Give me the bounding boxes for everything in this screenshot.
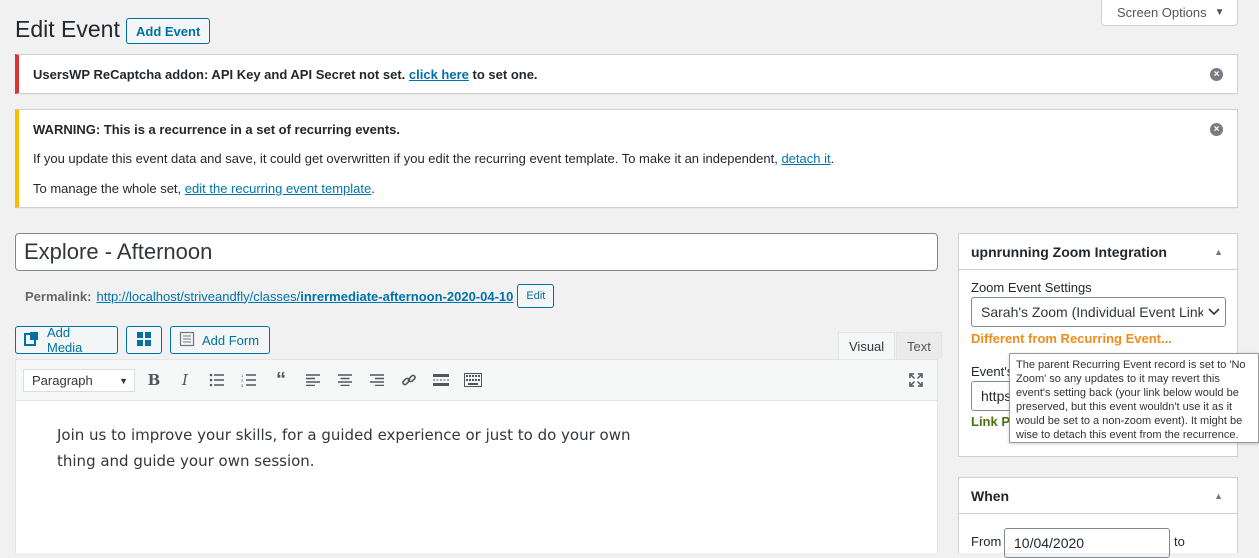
- numbered-list-icon[interactable]: 123: [239, 370, 259, 390]
- bullet-list-icon[interactable]: [207, 370, 227, 390]
- warning-line-1: If you update this event data and save, …: [33, 151, 834, 166]
- caret-down-icon: ▼: [1214, 7, 1225, 18]
- editor-toolbar: Paragraph ▼ B I 123 “: [16, 360, 937, 401]
- edit-slug-button[interactable]: Edit: [517, 284, 555, 308]
- tab-visual[interactable]: Visual: [838, 332, 896, 359]
- warning-title: WARNING: This is a recurrence in a set o…: [33, 122, 400, 137]
- recurrence-warning-notice: WARNING: This is a recurrence in a set o…: [15, 109, 1238, 208]
- media-icon: [24, 331, 40, 350]
- page-title: Edit Event: [15, 16, 120, 42]
- add-form-button[interactable]: Add Form: [170, 326, 270, 354]
- editor-content[interactable]: Join us to improve your skills, for a gu…: [57, 422, 657, 474]
- caret-down-icon: ▼: [119, 375, 128, 386]
- dismiss-icon[interactable]: ×: [1210, 68, 1223, 81]
- screen-options-label: Screen Options: [1117, 5, 1207, 20]
- permalink-link[interactable]: http://localhost/striveandfly/classes/in…: [96, 289, 513, 304]
- to-label: to: [1174, 534, 1185, 549]
- add-event-button[interactable]: Add Event: [126, 18, 211, 44]
- when-box-title: When: [971, 487, 1010, 504]
- blocks-button[interactable]: [126, 326, 162, 354]
- recaptcha-notice: UsersWP ReCaptcha addon: API Key and API…: [15, 54, 1238, 94]
- tab-text[interactable]: Text: [896, 332, 942, 359]
- chevron-down-icon: [1203, 298, 1225, 326]
- event-link-label: Event's: [971, 364, 1014, 379]
- post-title-input[interactable]: Explore - Afternoon: [15, 233, 938, 271]
- warning-line-1-text: If you update this event data and save, …: [33, 151, 778, 166]
- when-box: When ▲ From 10/04/2020 to: [958, 477, 1238, 558]
- permalink-label: Permalink:: [25, 288, 92, 304]
- link-icon[interactable]: [399, 370, 419, 390]
- add-media-label: Add Media: [47, 325, 83, 355]
- from-label: From: [971, 534, 1002, 549]
- blockquote-icon[interactable]: “: [271, 369, 291, 391]
- read-more-icon[interactable]: [431, 370, 451, 390]
- grid-icon: [136, 331, 152, 350]
- dismiss-icon[interactable]: ×: [1210, 123, 1223, 136]
- collapse-arrow-icon[interactable]: ▲: [1214, 491, 1223, 501]
- permalink-base: http://localhost/striveandfly/classes/: [96, 288, 301, 304]
- notice-strong-text: UsersWP ReCaptcha addon: API Key and API…: [33, 67, 406, 82]
- warning-line-2: To manage the whole set, edit the recurr…: [33, 181, 375, 196]
- permalink-slug: inrermediate-afternoon-2020-04-10: [300, 288, 514, 304]
- from-date-input[interactable]: 10/04/2020: [1004, 528, 1170, 558]
- different-from-recurring-warning[interactable]: Different from Recurring Event...: [971, 331, 1172, 346]
- recaptcha-notice-text: UsersWP ReCaptcha addon: API Key and API…: [33, 67, 538, 82]
- add-media-button[interactable]: Add Media: [15, 325, 118, 355]
- warning-line-1-end: .: [830, 151, 835, 166]
- align-center-icon[interactable]: [335, 370, 355, 390]
- form-icon: [179, 331, 195, 350]
- click-here-link[interactable]: click here: [409, 67, 469, 82]
- format-select[interactable]: Paragraph ▼: [23, 369, 135, 392]
- collapse-arrow-icon[interactable]: ▲: [1214, 247, 1223, 257]
- detach-link[interactable]: detach it: [781, 151, 830, 166]
- zoom-settings-label: Zoom Event Settings: [971, 280, 1092, 295]
- bold-icon[interactable]: B: [144, 370, 164, 390]
- add-form-label: Add Form: [202, 332, 260, 348]
- format-select-value: Paragraph: [32, 373, 93, 388]
- align-left-icon[interactable]: [303, 370, 323, 390]
- italic-icon[interactable]: I: [175, 370, 195, 390]
- zoom-box-title: upnrunning Zoom Integration: [971, 243, 1167, 260]
- screen-options-button[interactable]: Screen Options ▼: [1101, 0, 1238, 26]
- zoom-settings-select[interactable]: Sarah's Zoom (Individual Event Links): [971, 297, 1226, 327]
- align-right-icon[interactable]: [367, 370, 387, 390]
- keyboard-icon[interactable]: [463, 370, 483, 390]
- warning-line-2-text: To manage the whole set,: [33, 181, 182, 196]
- edit-template-link[interactable]: edit the recurring event template: [185, 181, 371, 196]
- content-editor: Paragraph ▼ B I 123 “ Join us to improve…: [15, 359, 938, 553]
- zoom-box-header[interactable]: upnrunning Zoom Integration ▲: [959, 234, 1237, 270]
- notice-after-text: to set one.: [472, 67, 538, 82]
- when-box-header[interactable]: When ▲: [959, 478, 1237, 514]
- recurrence-tooltip: The parent Recurring Event record is set…: [1009, 353, 1259, 443]
- fullscreen-icon[interactable]: [906, 370, 926, 390]
- warning-line-2-end: .: [371, 181, 375, 196]
- svg-text:3: 3: [241, 383, 244, 387]
- permalink: Permalink: http://localhost/striveandfly…: [25, 284, 555, 308]
- zoom-selected-value: Sarah's Zoom (Individual Event Links): [981, 304, 1217, 320]
